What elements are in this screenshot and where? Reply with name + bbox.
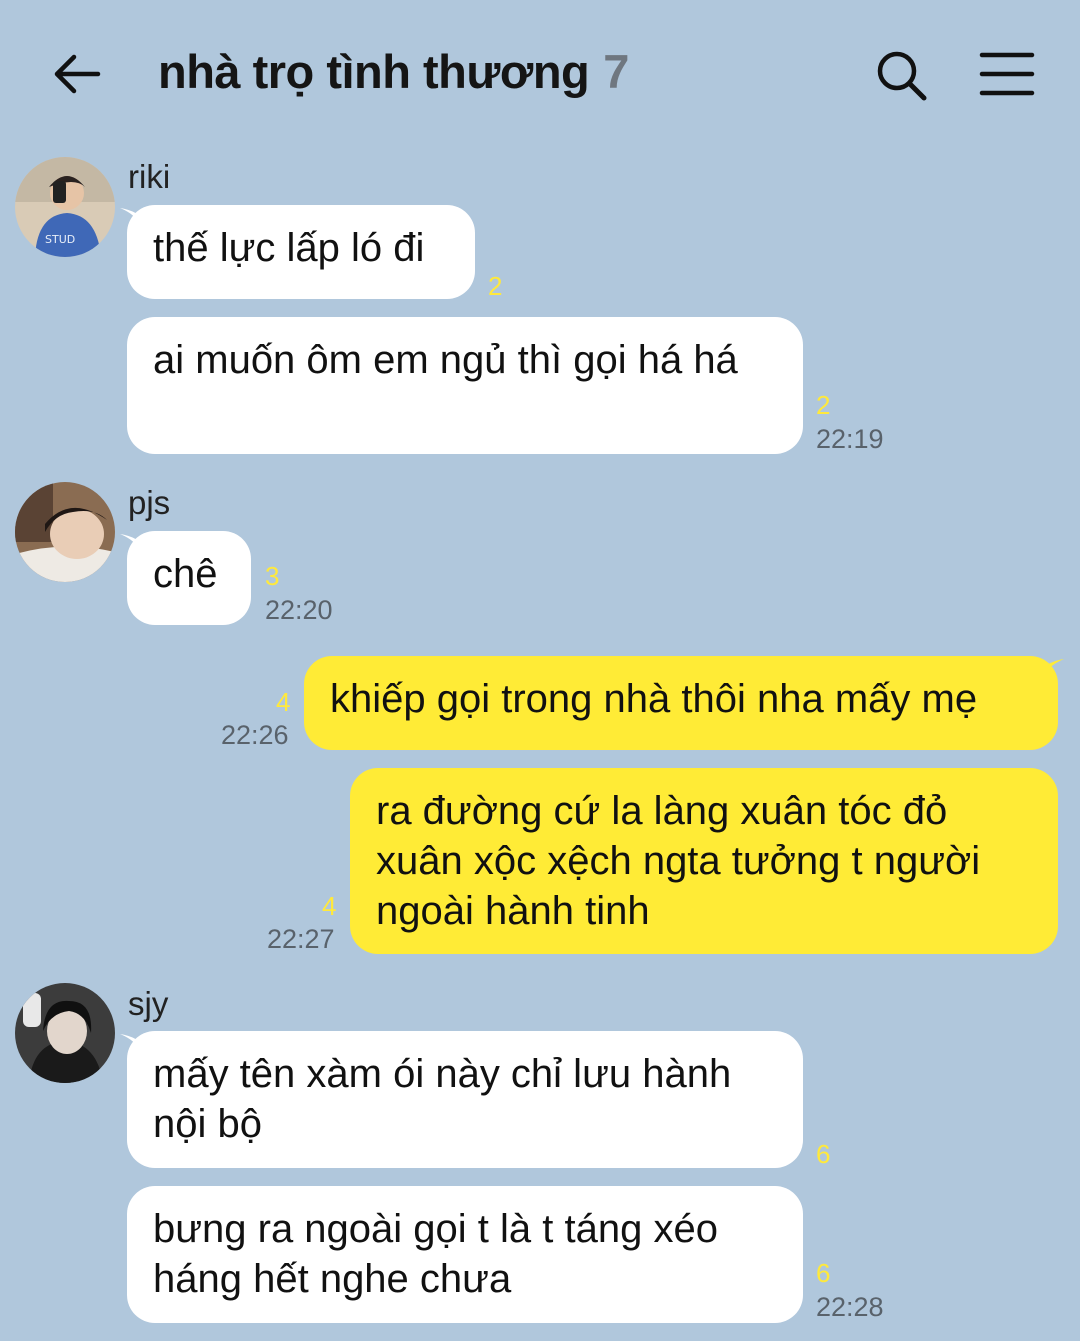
menu-button[interactable] [978, 50, 1036, 98]
unread-count: 2 [488, 271, 503, 301]
bubble-tail [1038, 659, 1064, 685]
message-bubble[interactable]: thế lực lấp ló đi [127, 205, 475, 299]
message-time: 22:27 [267, 924, 335, 954]
message-bubble[interactable]: bưng ra ngoài gọi t là t táng xéo háng h… [127, 1186, 803, 1323]
unread-count: 4 [322, 891, 337, 921]
hamburger-menu-icon [979, 52, 1035, 96]
message-time: 22:20 [265, 595, 333, 625]
message-bubble[interactable]: khiếp gọi trong nhà thôi nha mấy mẹ [304, 656, 1058, 750]
unread-count: 6 [816, 1258, 831, 1288]
sender-name: sjy [128, 985, 169, 1022]
unread-count: 6 [816, 1139, 831, 1169]
avatar-pjs[interactable] [15, 482, 115, 582]
message-text: bưng ra ngoài gọi t là t táng xéo háng h… [153, 1207, 718, 1301]
unread-count: 2 [816, 390, 831, 420]
avatar-riki[interactable]: STUD [15, 157, 115, 257]
message-text: ai muốn ôm em ngủ thì gọi há há [153, 338, 738, 382]
chat-title[interactable]: nhà trọ tình thương 7 [158, 44, 629, 108]
chat-header: nhà trọ tình thương 7 [0, 0, 1080, 150]
message-bubble[interactable]: ai muốn ôm em ngủ thì gọi há há [127, 317, 803, 454]
sender-name: riki [128, 158, 171, 195]
svg-text:STUD: STUD [45, 233, 75, 246]
avatar-photo [15, 482, 115, 582]
unread-count: 3 [265, 561, 280, 591]
unread-count: 4 [276, 687, 291, 717]
sender-name: pjs [128, 484, 171, 521]
message-text: chê [153, 552, 218, 596]
group-name: nhà trọ tình thương [158, 45, 590, 98]
avatar-photo: STUD [15, 157, 115, 257]
message-text: khiếp gọi trong nhà thôi nha mấy mẹ [330, 677, 978, 721]
back-button[interactable] [48, 48, 104, 100]
message-bubble[interactable]: mấy tên xàm ói này chỉ lưu hành nội bộ [127, 1031, 803, 1168]
member-count: 7 [603, 45, 630, 98]
arrow-left-icon [54, 54, 101, 94]
message-text: ra đường cứ la làng xuân tóc đỏ xuân xộc… [376, 789, 981, 933]
search-button[interactable] [874, 48, 932, 104]
message-bubble[interactable]: ra đường cứ la làng xuân tóc đỏ xuân xộc… [350, 768, 1058, 954]
message-time: 22:28 [816, 1292, 884, 1322]
message-text: thế lực lấp ló đi [153, 226, 425, 270]
avatar-sjy[interactable] [15, 983, 115, 1083]
message-text: mấy tên xàm ói này chỉ lưu hành nội bộ [153, 1052, 732, 1146]
message-bubble[interactable]: chê [127, 531, 251, 625]
message-time: 22:19 [816, 424, 884, 454]
avatar-photo [15, 983, 115, 1083]
search-icon [877, 51, 927, 101]
message-time: 22:26 [221, 720, 289, 750]
